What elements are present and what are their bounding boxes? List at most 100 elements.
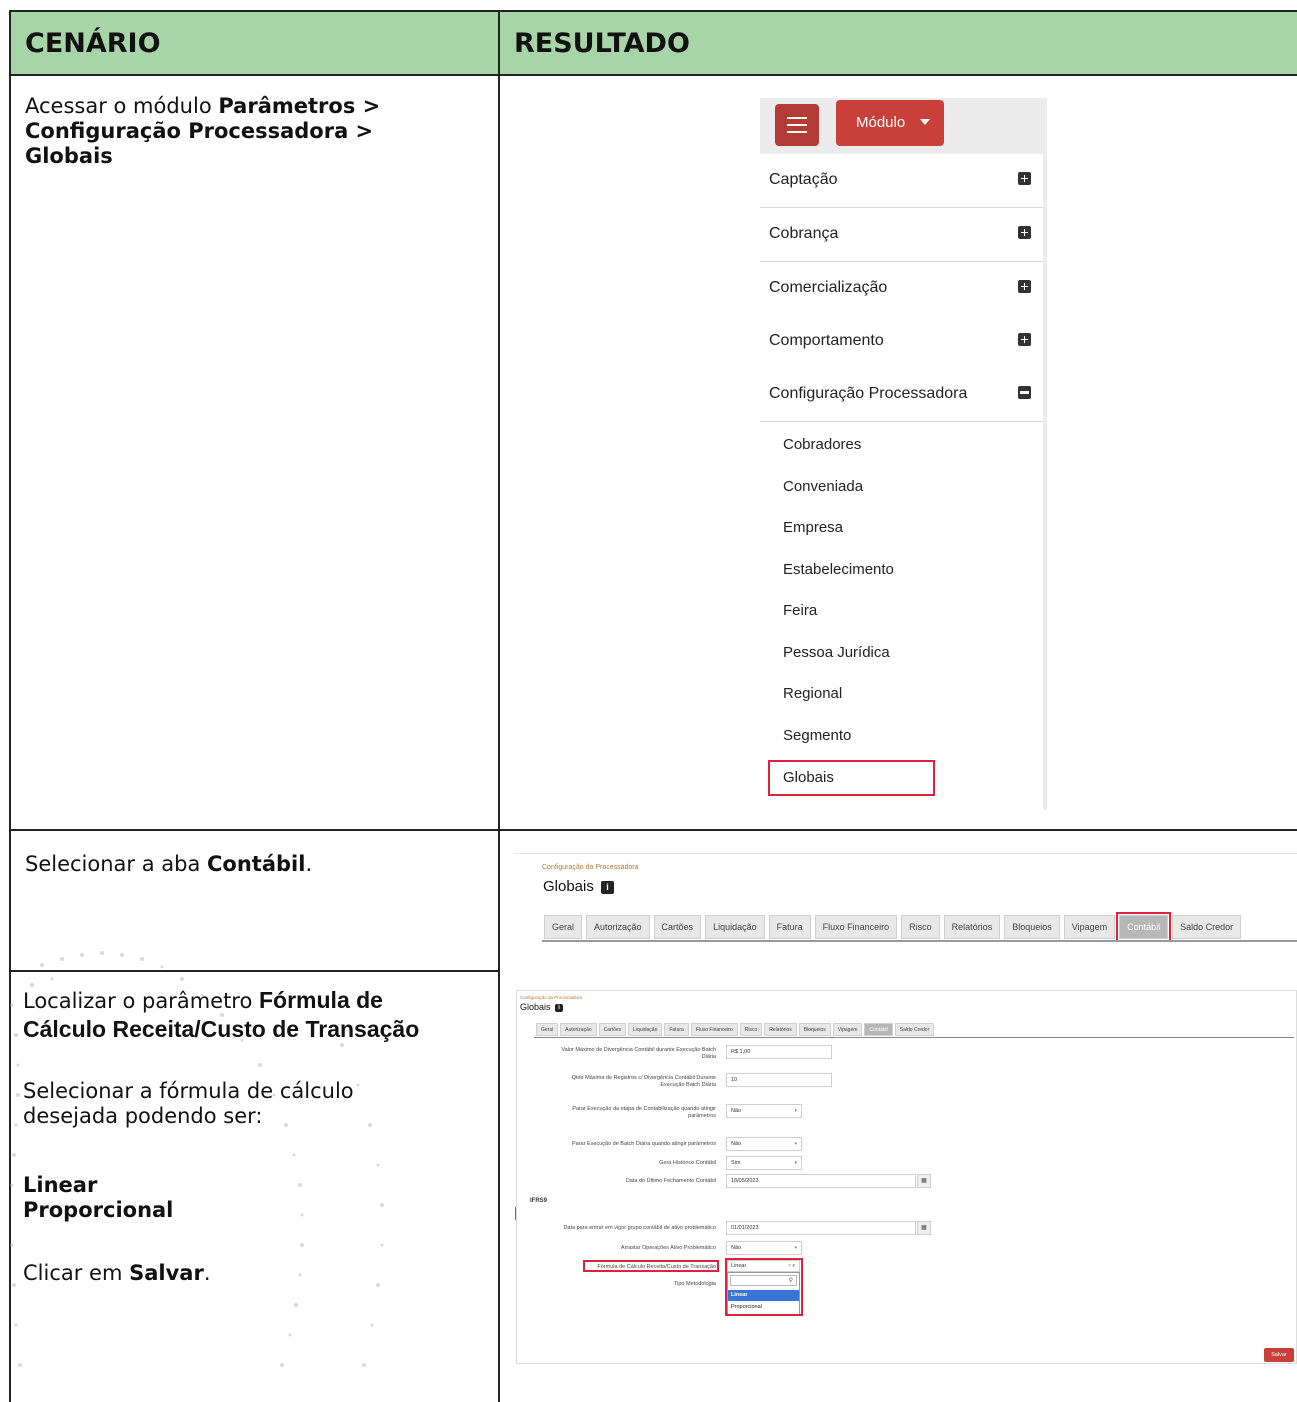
- page-title-text: Globais: [543, 878, 594, 895]
- instruction-text: Clicar em: [23, 1261, 130, 1285]
- instruction-bold: Contábil: [207, 852, 306, 876]
- page-title: Globais i: [520, 1002, 564, 1012]
- breadcrumb: Configuração da Processadora: [542, 864, 639, 871]
- field-label: Parar Execução de Batch Diária quando at…: [516, 1141, 716, 1148]
- instruction-text: .: [305, 852, 313, 876]
- tab-liquidacao[interactable]: Liquidação: [628, 1023, 663, 1036]
- menu-item-label: Captação: [769, 171, 838, 188]
- field-label-text: Arrastar Operações Ativo Problemático: [620, 1245, 716, 1251]
- instruction-bold: Cálculo Receita/Custo de Transação: [23, 1016, 420, 1042]
- submenu-item-segmento[interactable]: Segmento: [783, 727, 851, 744]
- tab-geral[interactable]: Geral: [544, 915, 583, 939]
- caret-down-icon: [920, 119, 930, 125]
- tab-risco[interactable]: Risco: [901, 915, 940, 939]
- chevron-down-icon: ▾: [794, 1160, 797, 1166]
- submenu-item-pessoa-juridica[interactable]: Pessoa Jurídica: [783, 644, 890, 661]
- submenu-item-empresa[interactable]: Empresa: [783, 519, 843, 536]
- module-button-label: Módulo: [856, 114, 906, 131]
- submenu-item-estabelecimento[interactable]: Estabelecimento: [783, 561, 894, 578]
- data-vigor-input[interactable]: 01/01/2023: [726, 1221, 916, 1235]
- info-icon[interactable]: i: [555, 1003, 564, 1012]
- plus-icon: [1018, 226, 1031, 239]
- hamburger-menu-button[interactable]: [775, 104, 819, 146]
- option-linear: Linear: [23, 1173, 98, 1197]
- field-label-text: Gera Histórico Contábil: [659, 1160, 716, 1166]
- tab-liquidacao[interactable]: Liquidação: [705, 915, 765, 939]
- tab-cartoes[interactable]: Cartões: [653, 915, 702, 939]
- qtde-maxima-input[interactable]: 10: [726, 1073, 832, 1087]
- parar-batch-select[interactable]: Não ▾: [726, 1137, 802, 1151]
- valor-maximo-input[interactable]: R$ 1,00: [726, 1045, 832, 1059]
- plus-icon: [1018, 333, 1031, 346]
- gera-historico-select[interactable]: Sim ▾: [726, 1156, 802, 1170]
- field-label-text: Parar Execução da etapa de Contabilizaçã…: [572, 1106, 716, 1112]
- select-value: Não: [731, 1245, 742, 1251]
- tab-contabil[interactable]: Contábil: [1116, 912, 1172, 942]
- menu-item-captacao[interactable]: Captação: [760, 154, 1043, 208]
- tab-relatorios[interactable]: Relatórios: [764, 1023, 797, 1036]
- menu-item-comercializacao[interactable]: Comercialização: [760, 262, 1043, 316]
- tab-cartoes[interactable]: Cartões: [598, 1023, 627, 1036]
- arrastar-operacoes-select[interactable]: Não ▾: [726, 1241, 802, 1255]
- tab-fluxo-financeiro[interactable]: Fluxo Financeiro: [690, 1023, 738, 1036]
- parar-contabilizacao-select[interactable]: Não ▾: [726, 1104, 802, 1118]
- instruction-bold: Parâmetros >: [218, 94, 381, 118]
- tab-fluxo-financeiro[interactable]: Fluxo Financeiro: [814, 915, 898, 939]
- tab-autorizacao[interactable]: Autorização: [586, 915, 650, 939]
- field-label-text: Parar Execução de Batch Diária quando at…: [572, 1141, 716, 1147]
- field-label: Parar Execução da etapa de Contabilizaçã…: [516, 1106, 716, 1120]
- tab-contabil[interactable]: Contábil: [864, 1023, 893, 1036]
- highlight-globais: [768, 760, 935, 796]
- chevron-down-icon: ▾: [794, 1108, 797, 1114]
- tab-bloqueios[interactable]: Bloqueios: [798, 1023, 831, 1036]
- submenu-item-regional[interactable]: Regional: [783, 685, 842, 702]
- menu-topbar: Módulo: [760, 98, 1047, 154]
- tab-vipagem[interactable]: Vipagem: [1063, 915, 1116, 939]
- field-label-text: Tipo Metodologia: [674, 1281, 716, 1287]
- tab-bloqueios[interactable]: Bloqueios: [1004, 915, 1060, 939]
- highlight-formula-label: [583, 1260, 719, 1272]
- field-label-text: Execução Batch Diária: [660, 1082, 716, 1088]
- menu-item-comportamento[interactable]: Comportamento: [760, 315, 1043, 369]
- instruction-line: Clicar em Salvar.: [23, 1261, 493, 1286]
- tab-geral[interactable]: Geral: [536, 1023, 559, 1036]
- header-scenario-label: CENÁRIO: [25, 28, 161, 59]
- submenu-panel: Cobradores Conveniada Empresa Estabeleci…: [760, 422, 1043, 810]
- option-proporcional: Proporcional: [23, 1198, 174, 1222]
- tab-saldo-credor[interactable]: Saldo Credor: [894, 1023, 935, 1036]
- field-label-text: Data do Último Fechamento Contábil: [625, 1178, 716, 1184]
- instruction-text: Selecionar a fórmula de cálculo: [23, 1079, 354, 1103]
- menu-item-configuracao-processadora[interactable]: Configuração Processadora: [760, 368, 1043, 422]
- module-dropdown-button[interactable]: Módulo: [836, 100, 944, 146]
- tab-fatura[interactable]: Fatura: [664, 1023, 689, 1036]
- tab-vipagem[interactable]: Vipagem: [832, 1023, 863, 1036]
- submenu-item-feira[interactable]: Feira: [783, 602, 817, 619]
- save-button[interactable]: Salvar: [1264, 1348, 1294, 1362]
- header-result: RESULTADO: [498, 10, 1297, 76]
- field-label: Data para entrar em vigor grupo contábil…: [486, 1225, 716, 1232]
- info-icon[interactable]: i: [601, 880, 615, 894]
- instruction-line: Cálculo Receita/Custo de Transação: [23, 1017, 493, 1043]
- field-label: Qtde Máxima de Registros c/ Divergência …: [516, 1075, 716, 1089]
- menu-item-label: Comportamento: [769, 332, 884, 349]
- row3-instruction: Localizar o parâmetro Fórmula de Cálculo…: [23, 988, 493, 1286]
- tab-autorizacao[interactable]: Autorização: [560, 1023, 597, 1036]
- tab-bar-underline: [542, 940, 1297, 942]
- page-title: Globais i: [543, 878, 615, 895]
- field-label-text: parâmetros: [688, 1113, 716, 1119]
- calendar-icon[interactable]: ▦: [917, 1221, 931, 1235]
- instruction-text: Selecionar a aba: [25, 852, 208, 876]
- tab-saldo-credor[interactable]: Saldo Credor: [1172, 915, 1242, 939]
- highlight-formula-select: [725, 1258, 803, 1316]
- submenu-item-conveniada[interactable]: Conveniada: [783, 478, 863, 495]
- tabs-screenshot: Configuração da Processadora Globais i G…: [514, 853, 1297, 942]
- data-fechamento-input[interactable]: 18/05/2023: [726, 1174, 916, 1188]
- header-scenario: CENÁRIO: [9, 10, 500, 76]
- tab-fatura[interactable]: Fatura: [768, 915, 811, 939]
- chevron-down-icon: ▾: [794, 1245, 797, 1251]
- menu-item-cobranca[interactable]: Cobrança: [760, 208, 1043, 262]
- submenu-item-cobradores[interactable]: Cobradores: [783, 436, 861, 453]
- calendar-icon[interactable]: ▦: [917, 1174, 931, 1188]
- tab-risco[interactable]: Risco: [739, 1023, 763, 1036]
- tab-relatorios[interactable]: Relatórios: [943, 915, 1001, 939]
